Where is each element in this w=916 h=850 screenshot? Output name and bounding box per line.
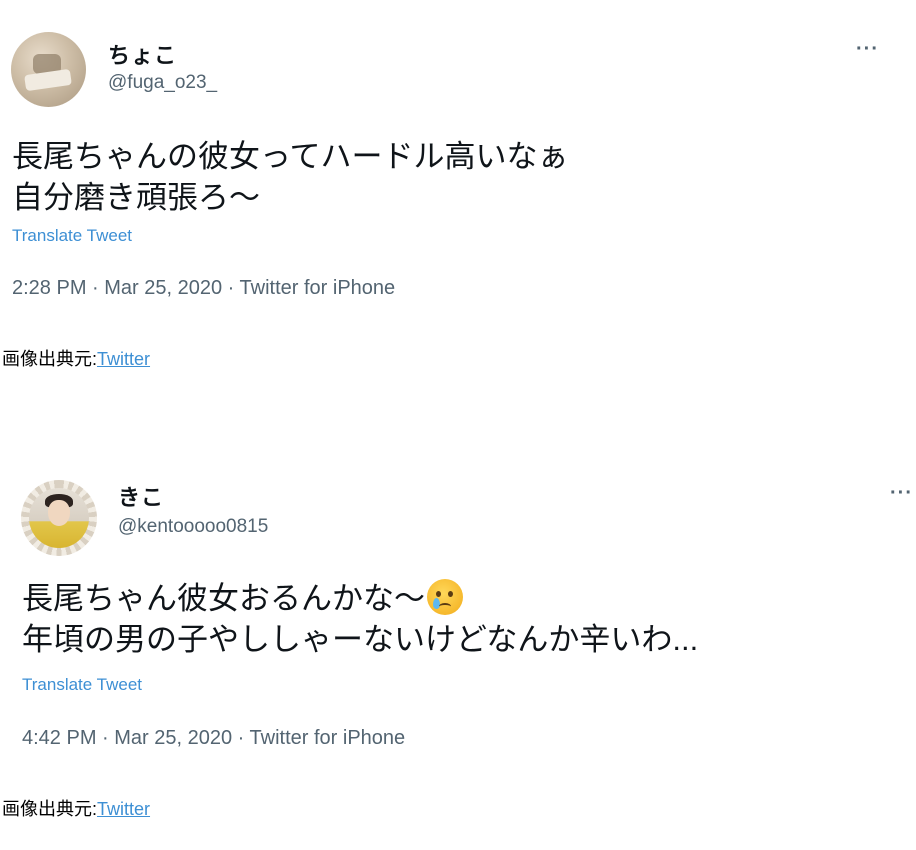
user-handle[interactable]: @kentooooo0815 — [118, 516, 268, 538]
tweet-text-line: 年頃の男の子やししゃーないけどなんか辛いわ... — [22, 622, 699, 657]
tweet-text: 長尾ちゃん彼女おるんかな〜 年頃の男の子やししゃーないけどなんか辛いわ... — [22, 578, 698, 660]
avatar-image-part — [24, 68, 72, 92]
display-name[interactable]: きこ — [118, 480, 164, 512]
tweet-text-segment: 長尾ちゃん彼女おるんかな〜 — [22, 581, 425, 616]
source-label: 画像出典元: — [2, 799, 98, 819]
tweet-timestamp[interactable]: 2:28 PM · Mar 25, 2020 · Twitter for iPh… — [12, 277, 395, 300]
source-link[interactable]: Twitter — [97, 799, 150, 819]
image-source-credit: 画像出典元:Twitter — [2, 345, 150, 371]
more-options-icon[interactable]: ··· — [856, 38, 879, 61]
image-source-credit: 画像出典元:Twitter — [2, 795, 150, 821]
display-name[interactable]: ちょこ — [108, 38, 177, 70]
tweet-card: きこ @kentooooo0815 ··· 長尾ちゃん彼女おるんかな〜 年頃の男… — [0, 462, 916, 782]
tweet-text-line: 自分磨き頑張ろ〜 — [12, 180, 260, 215]
tweet-text-line: 長尾ちゃんの彼女ってハードル高いなぁ — [12, 139, 569, 174]
tweet-text: 長尾ちゃんの彼女ってハードル高いなぁ 自分磨き頑張ろ〜 — [12, 136, 568, 218]
avatar[interactable] — [11, 32, 86, 107]
avatar[interactable] — [21, 480, 97, 556]
more-options-icon[interactable]: ··· — [890, 482, 913, 505]
crying-face-icon — [427, 579, 463, 615]
tweet-card: ちょこ @fuga_o23_ ··· 長尾ちゃんの彼女ってハードル高いなぁ 自分… — [0, 0, 916, 330]
source-label: 画像出典元: — [2, 349, 98, 369]
source-link[interactable]: Twitter — [97, 349, 150, 369]
user-handle[interactable]: @fuga_o23_ — [108, 72, 217, 94]
avatar-image — [29, 488, 89, 548]
tweet-timestamp[interactable]: 4:42 PM · Mar 25, 2020 · Twitter for iPh… — [22, 727, 405, 750]
page: ちょこ @fuga_o23_ ··· 長尾ちゃんの彼女ってハードル高いなぁ 自分… — [0, 0, 916, 850]
translate-tweet-link[interactable]: Translate Tweet — [12, 226, 132, 246]
avatar-image-part — [48, 500, 70, 526]
translate-tweet-link[interactable]: Translate Tweet — [22, 675, 142, 695]
tweet-text-line: 長尾ちゃん彼女おるんかな〜 — [22, 578, 698, 619]
